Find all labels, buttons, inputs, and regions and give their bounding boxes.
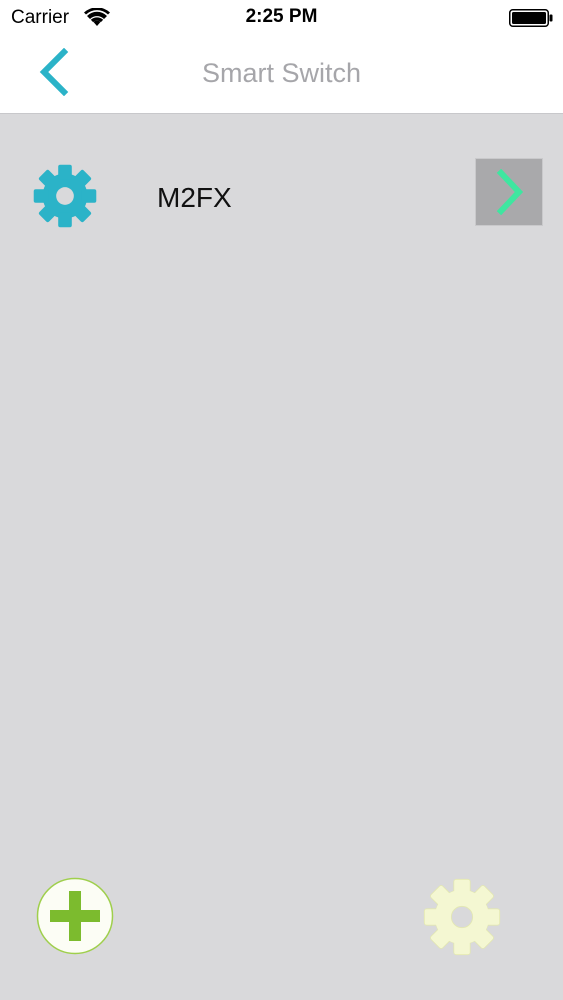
chevron-right-icon [496,169,524,215]
device-detail-button[interactable] [475,158,543,226]
gear-icon [33,164,97,228]
device-row-m2fx[interactable]: M2FX [0,150,563,240]
plus-icon [36,877,114,955]
page-title: Smart Switch [201,58,362,88]
device-name: M2FX [157,182,232,213]
battery-icon [509,9,553,27]
navigation-bar: Smart Switch [0,36,563,114]
status-bar: Carrier 2:25 PM [0,0,563,36]
status-time: 2:25 PM [245,6,318,27]
gear-icon [423,878,501,956]
settings-button[interactable] [421,876,503,958]
add-device-button[interactable] [36,877,114,955]
